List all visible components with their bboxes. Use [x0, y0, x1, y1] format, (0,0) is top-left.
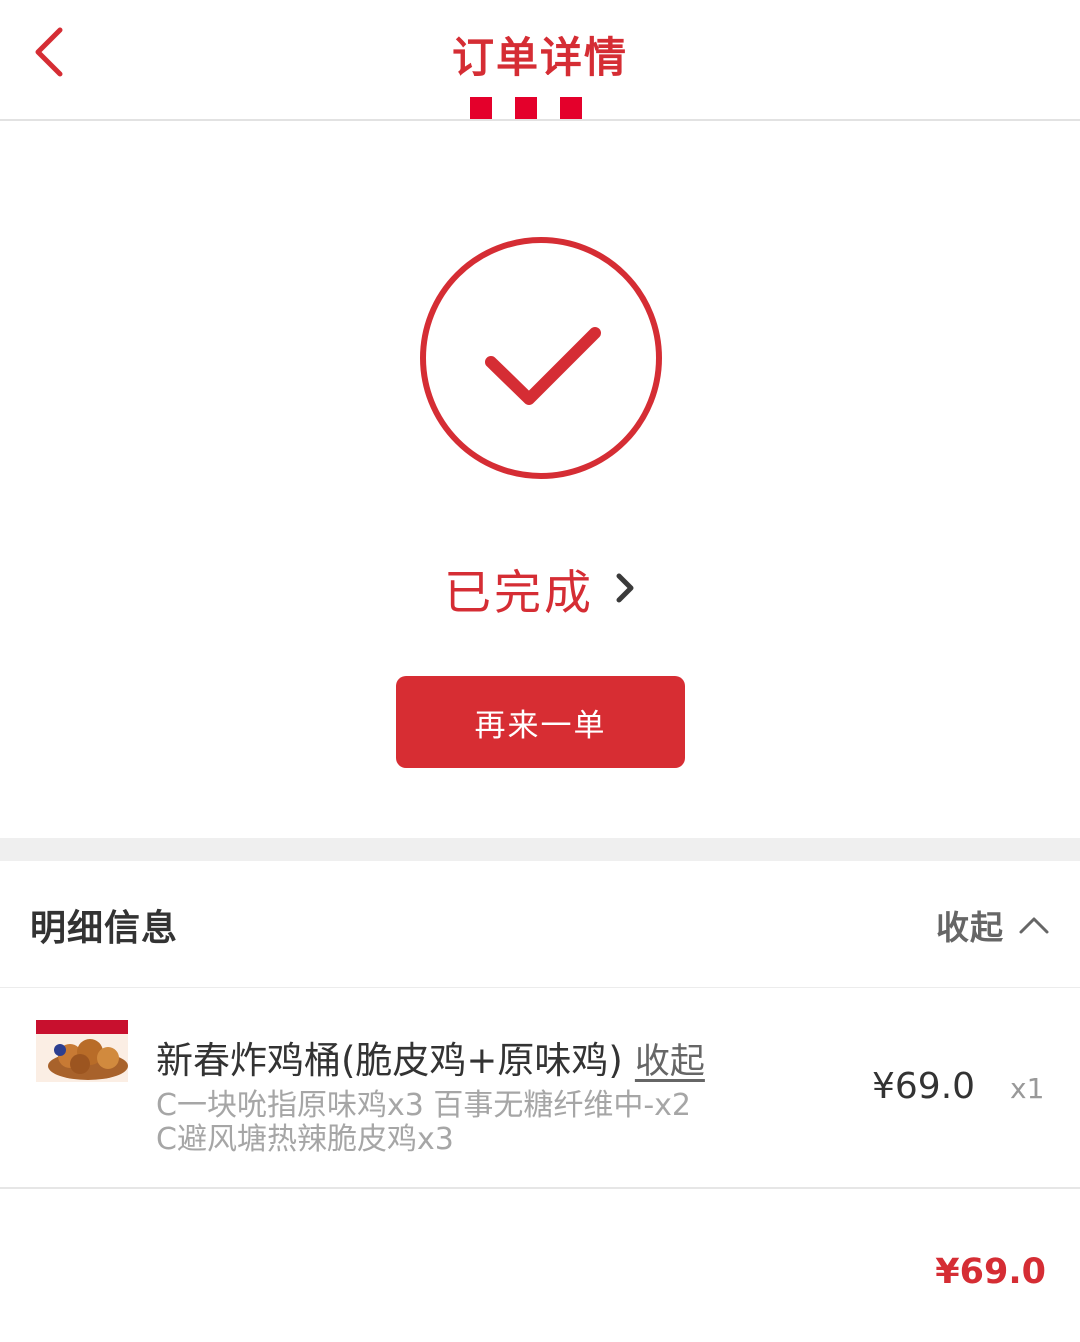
details-title: 明细信息: [30, 908, 179, 949]
brand-stripe: [560, 97, 582, 119]
item-collapse-link[interactable]: 收起: [635, 1033, 705, 1084]
details-header: 明细信息 收起: [0, 861, 1080, 988]
reorder-button[interactable]: 再来一单: [396, 676, 685, 768]
top-bar: 订单详情: [0, 0, 1080, 121]
order-item-row: 新春炸鸡桶(脆皮鸡+原味鸡) 收起 C一块吮指原味鸡x3 百事无糖纤维中-x2 …: [0, 988, 1080, 1189]
details-collapse-toggle[interactable]: 收起: [936, 901, 1050, 949]
page-title: 订单详情: [451, 33, 628, 82]
order-status-section: 已完成 再来一单: [0, 121, 1080, 838]
chevron-right-icon: [614, 572, 636, 604]
product-image: [36, 1020, 128, 1082]
brand-stripe: [470, 97, 492, 119]
section-divider: [0, 838, 1080, 861]
item-quantity: x1: [1010, 1072, 1045, 1105]
chevron-up-icon: [1018, 915, 1050, 935]
item-components: C一块吮指原味鸡x3 百事无糖纤维中-x2 C避风塘热辣脆皮鸡x3: [156, 1089, 796, 1157]
collapse-label: 收起: [936, 908, 1004, 947]
order-status-link[interactable]: 已完成: [0, 553, 1080, 623]
order-total: ¥69.0: [935, 1252, 1046, 1292]
item-name-line: 新春炸鸡桶(脆皮鸡+原味鸡) 收起: [156, 1030, 705, 1084]
brand-stripe: [515, 97, 537, 119]
brand-stripes: [470, 97, 582, 119]
item-name: 新春炸鸡桶(脆皮鸡+原味鸡): [156, 1039, 623, 1082]
item-component-line: C避风塘热辣脆皮鸡x3: [156, 1122, 454, 1157]
item-component-line: C一块吮指原味鸡x3 百事无糖纤维中-x2: [156, 1088, 691, 1123]
item-price: ¥69.0: [872, 1066, 976, 1107]
check-circle-icon: [418, 235, 664, 481]
order-status-text: 已完成: [444, 565, 594, 621]
